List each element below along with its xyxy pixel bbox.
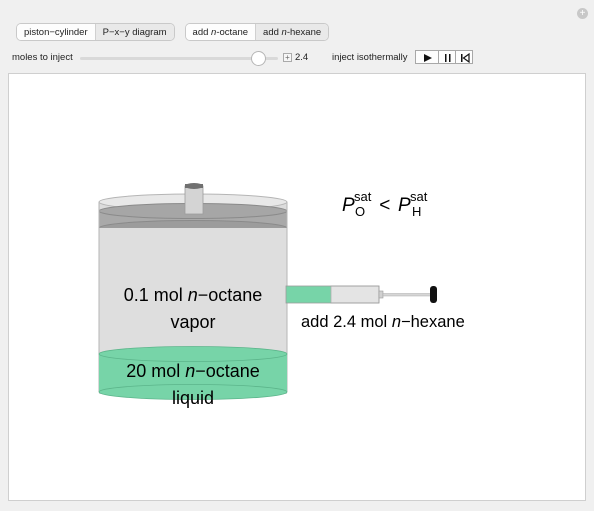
liquid-surface (98, 346, 288, 362)
less-than: < (374, 195, 396, 216)
piston-rod-band (185, 184, 203, 188)
inject-label: inject isothermally (332, 52, 408, 63)
expand-icon[interactable]: + (577, 8, 588, 19)
view-setter: piston−cylinder P−x−y diagram (16, 23, 175, 41)
slider-row: moles to inject + 2.4 inject isothermall… (12, 50, 492, 66)
slider-expand-icon[interactable]: + (283, 53, 292, 62)
pause-button[interactable] (438, 50, 456, 64)
animation-controls (415, 50, 473, 64)
sup-right: sat (410, 189, 428, 204)
reset-button[interactable] (455, 50, 473, 64)
saturation-pressure-inequality: P sat O < P sat H (342, 189, 428, 219)
syringe-barrel (330, 285, 380, 304)
vapor-label-line2: vapor (170, 312, 215, 332)
piston-rod (184, 185, 204, 215)
liquid-label-line1: 20 mol n−octane (126, 361, 260, 381)
syringe-label: add 2.4 mol n−hexane (301, 313, 465, 331)
add-hexane-button[interactable]: add n-hexane (255, 24, 329, 40)
sub-right: H (412, 204, 421, 219)
syringe (285, 285, 437, 304)
skip-back-icon (461, 52, 470, 64)
sup-left: sat (354, 189, 372, 204)
play-icon (424, 54, 432, 62)
sub-left: O (355, 204, 365, 219)
vapor-label-line1: 0.1 mol n−octane (124, 285, 263, 305)
syringe-plunger-handle (430, 286, 437, 303)
display-panel: 0.1 mol n−octane vapor 20 mol n−octane l… (8, 73, 586, 501)
moles-slider-track[interactable] (80, 57, 278, 60)
moles-label: moles to inject (12, 52, 73, 63)
moles-slider-thumb[interactable] (250, 51, 266, 66)
tab-pxy-diagram[interactable]: P−x−y diagram (94, 24, 174, 40)
component-setter: add n-octane add n-hexane (184, 23, 330, 41)
tab-piston-cylinder[interactable]: piston−cylinder (17, 24, 95, 40)
toolbar-row: piston−cylinder P−x−y diagram add n-octa… (16, 23, 330, 41)
syringe-plunger-rod (382, 293, 432, 297)
moles-value: 2.4 (295, 52, 309, 63)
tab-pxy-label: P−x−y diagram (102, 27, 167, 38)
add-octane-button[interactable]: add n-octane (185, 24, 256, 40)
play-button[interactable] (415, 50, 439, 64)
piston-cylinder-figure: 0.1 mol n−octane vapor 20 mol n−octane l… (98, 183, 465, 408)
syringe-liquid (286, 286, 331, 303)
liquid-label-line2: liquid (172, 388, 214, 408)
